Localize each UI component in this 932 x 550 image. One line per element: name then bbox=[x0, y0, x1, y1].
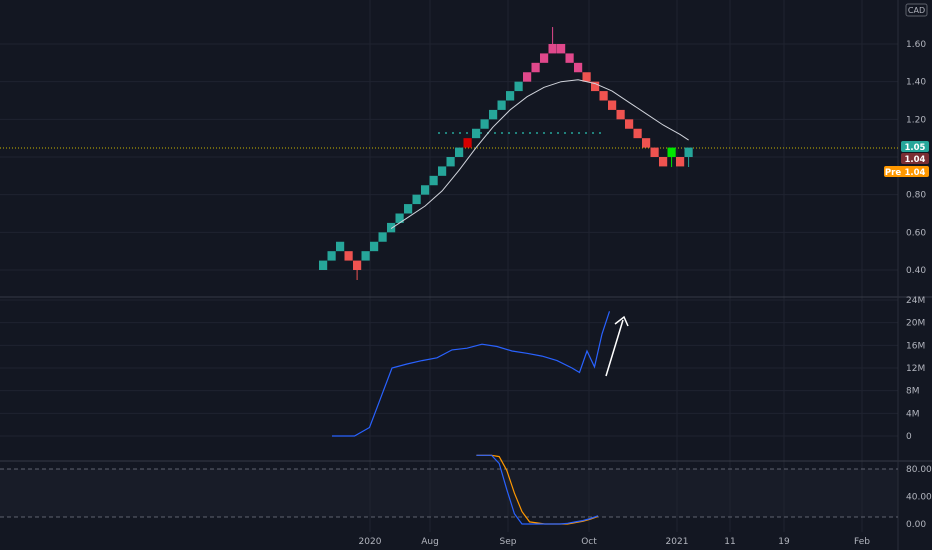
chart-canvas: 0.400.600.801.001.201.401.60 04M8M12M16M… bbox=[0, 0, 932, 550]
renko-brick bbox=[472, 128, 481, 139]
time-tick-label: 2021 bbox=[666, 537, 689, 547]
premarket-value: 1.04 bbox=[905, 168, 926, 178]
time-tick-label: 2020 bbox=[359, 537, 382, 547]
stochastic-tick-label: 80.00 bbox=[906, 465, 932, 475]
renko-brick bbox=[557, 44, 566, 54]
chart-background bbox=[0, 0, 932, 550]
renko-brick bbox=[582, 72, 591, 82]
renko-brick bbox=[514, 81, 523, 92]
price-tick-label: 1.20 bbox=[906, 115, 926, 125]
price-tick-label: 0.40 bbox=[906, 266, 926, 276]
renko-brick bbox=[633, 128, 642, 139]
stochastic-band bbox=[0, 469, 898, 517]
price-tick-label: 0.60 bbox=[906, 228, 926, 238]
volume-tick-label: 4M bbox=[906, 409, 920, 419]
stochastic-tick-label: 0.00 bbox=[906, 520, 926, 530]
renko-brick bbox=[625, 119, 634, 129]
renko-brick bbox=[455, 147, 464, 157]
renko-brick bbox=[684, 147, 693, 157]
renko-brick bbox=[540, 53, 549, 63]
prev-price-value: 1.04 bbox=[905, 155, 926, 165]
renko-brick bbox=[523, 72, 532, 82]
renko-brick bbox=[531, 62, 540, 73]
renko-brick bbox=[327, 251, 336, 261]
volume-tick-label: 16M bbox=[906, 341, 925, 351]
premarket-tag: Pre bbox=[885, 168, 901, 178]
volume-tick-label: 24M bbox=[906, 296, 925, 306]
price-tick-label: 1.40 bbox=[906, 78, 926, 88]
renko-brick bbox=[361, 251, 370, 261]
price-tick-label: 1.60 bbox=[906, 40, 926, 50]
renko-brick bbox=[642, 138, 651, 148]
renko-brick bbox=[353, 260, 362, 270]
renko-brick bbox=[497, 100, 506, 110]
renko-brick bbox=[480, 119, 489, 129]
renko-brick bbox=[370, 241, 379, 252]
renko-brick bbox=[616, 109, 625, 120]
renko-brick bbox=[667, 147, 676, 157]
renko-brick bbox=[608, 100, 617, 110]
renko-brick bbox=[421, 185, 430, 195]
stochastic-tick-label: 40.00 bbox=[906, 493, 932, 503]
renko-brick bbox=[387, 222, 396, 233]
volume-tick-label: 0 bbox=[906, 432, 912, 442]
time-tick-label: Feb bbox=[854, 537, 870, 547]
time-tick-label: Sep bbox=[500, 537, 517, 547]
currency-label: CAD bbox=[908, 6, 925, 15]
renko-brick bbox=[574, 62, 583, 73]
renko-brick bbox=[506, 91, 515, 101]
renko-brick bbox=[548, 44, 557, 54]
volume-tick-label: 12M bbox=[906, 364, 925, 374]
renko-brick bbox=[463, 138, 472, 148]
renko-brick bbox=[650, 147, 659, 157]
renko-brick bbox=[378, 232, 387, 242]
volume-tick-label: 20M bbox=[906, 319, 925, 329]
renko-brick bbox=[489, 109, 498, 120]
renko-brick bbox=[319, 260, 328, 270]
renko-brick bbox=[404, 204, 413, 214]
renko-brick bbox=[412, 194, 421, 205]
renko-brick bbox=[676, 157, 685, 167]
renko-brick bbox=[336, 241, 345, 252]
currency-badge[interactable]: CAD bbox=[905, 3, 928, 17]
renko-brick bbox=[344, 251, 353, 261]
renko-brick bbox=[565, 53, 574, 63]
volume-tick-label: 8M bbox=[906, 387, 920, 397]
time-tick-label: 11 bbox=[724, 537, 735, 547]
renko-brick bbox=[438, 166, 447, 176]
time-tick-label: Oct bbox=[581, 537, 597, 547]
renko-brick bbox=[599, 91, 608, 101]
price-tick-label: 0.80 bbox=[906, 191, 926, 201]
renko-brick bbox=[659, 157, 668, 167]
renko-brick bbox=[429, 175, 438, 186]
renko-brick bbox=[446, 157, 455, 167]
last-price-value: 1.05 bbox=[905, 143, 926, 153]
time-tick-label: Aug bbox=[421, 537, 439, 547]
time-tick-label: 19 bbox=[778, 537, 790, 547]
